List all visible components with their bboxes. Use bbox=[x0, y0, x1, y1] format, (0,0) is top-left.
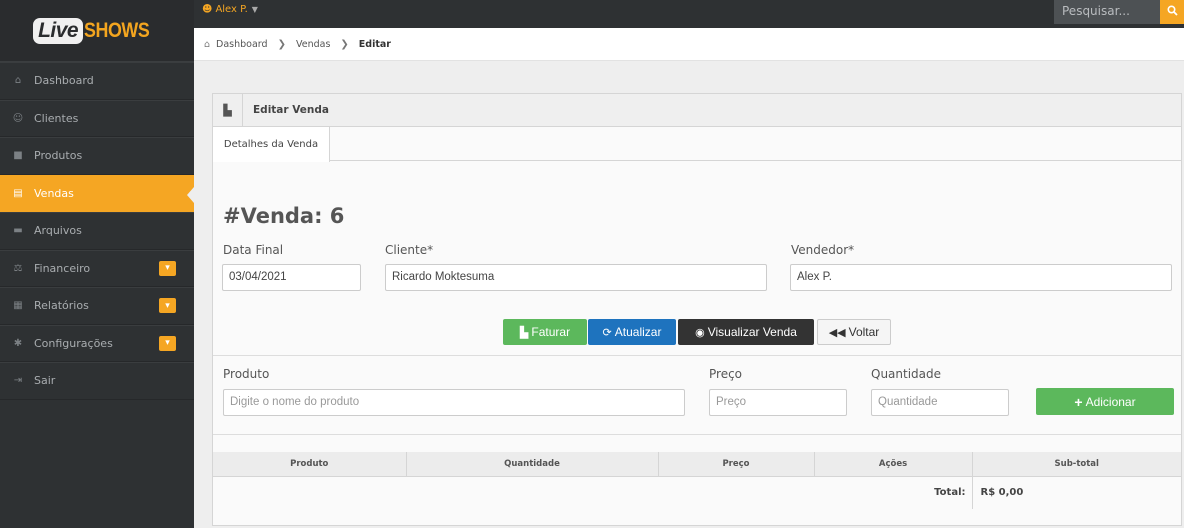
sidebar-item-label: Configurações bbox=[34, 336, 113, 350]
gear-icon: ✱ bbox=[13, 337, 23, 349]
plus-icon: + bbox=[1074, 393, 1083, 410]
home-icon: ⌂ bbox=[14, 75, 22, 87]
sidebar-item-sair[interactable]: ⇥ Sair bbox=[0, 362, 194, 400]
breadcrumb-editar[interactable]: Editar bbox=[359, 39, 391, 50]
sidebar-item-label: Clientes bbox=[34, 111, 79, 125]
signout-icon: ⇥ bbox=[13, 375, 23, 387]
adicionar-button[interactable]: + Adicionar bbox=[1036, 388, 1174, 415]
chevron-right-icon: ❯ bbox=[277, 38, 286, 50]
list-icon: ▦ bbox=[13, 300, 23, 312]
sidebar-item-vendas[interactable]: ▤ Vendas bbox=[0, 174, 194, 212]
cliente-field[interactable]: Ricardo Moktesuma bbox=[385, 264, 767, 291]
chevron-right-icon: ❯ bbox=[340, 38, 349, 50]
quantidade-input[interactable]: Quantidade bbox=[871, 389, 1009, 416]
col-header-preco: Preço bbox=[658, 452, 815, 477]
edit-sale-widget: ▙ Editar Venda Detalhes da Venda #Venda:… bbox=[212, 93, 1182, 526]
atualizar-button[interactable]: ⟳ Atualizar bbox=[588, 319, 676, 345]
sidebar-item-label: Relatórios bbox=[34, 299, 89, 313]
sidebar: Live SHOWS ⌂ Dashboard ☺ Clientes ■ Produtos ▤… bbox=[0, 0, 194, 528]
produto-input[interactable]: Digite o nome do produto bbox=[223, 389, 685, 416]
search-button[interactable] bbox=[1160, 0, 1184, 24]
sidebar-item-produtos[interactable]: ■ Produtos bbox=[0, 137, 194, 175]
sidebar-item-arquivos[interactable]: ▬ Arquivos bbox=[0, 212, 194, 250]
sidebar-item-label: Arquivos bbox=[34, 224, 82, 238]
logo-live-text: Live bbox=[33, 17, 84, 44]
sidebar-item-configuracoes[interactable]: ✱ Configurações ▾ bbox=[0, 324, 194, 362]
money-icon: ⚖ bbox=[13, 262, 23, 274]
data-final-field[interactable]: 03/04/2021 bbox=[222, 264, 361, 291]
faturar-label: Faturar bbox=[531, 325, 571, 339]
quantidade-label: Quantidade bbox=[871, 367, 942, 381]
refresh-icon: ⟳ bbox=[602, 326, 612, 339]
col-header-produto: Produto bbox=[213, 452, 407, 477]
col-header-subtotal: Sub-total bbox=[972, 452, 1181, 477]
faturar-button[interactable]: ▙ Faturar bbox=[503, 319, 587, 345]
voltar-label: Voltar bbox=[848, 325, 880, 339]
sidebar-item-label: Produtos bbox=[34, 149, 83, 163]
preco-label: Preço bbox=[709, 367, 743, 381]
user-menu[interactable]: ☻ Alex P. ▼ bbox=[202, 4, 258, 15]
sidebar-item-label: Financeiro bbox=[34, 261, 91, 275]
sidebar-item-label: Vendas bbox=[34, 186, 74, 200]
logo-shows-text: SHOWS bbox=[84, 18, 150, 42]
table-total-row: Total: R$ 0,00 bbox=[213, 476, 1181, 509]
chevron-down-icon[interactable]: ▾ bbox=[159, 335, 176, 351]
preco-input[interactable]: Preço bbox=[709, 389, 847, 416]
box-icon: ■ bbox=[13, 150, 23, 162]
sidebar-item-dashboard[interactable]: ⌂ Dashboard bbox=[0, 62, 194, 100]
chevron-down-icon[interactable]: ▾ bbox=[159, 260, 176, 276]
home-icon: ⌂ bbox=[204, 38, 211, 50]
register-icon: ▙ bbox=[213, 93, 243, 127]
chevron-down-icon[interactable]: ▾ bbox=[159, 298, 176, 313]
brand-logo[interactable]: Live SHOWS bbox=[0, 0, 194, 62]
visualizar-label: Visualizar Venda bbox=[707, 325, 797, 339]
sidebar-item-label: Dashboard bbox=[34, 74, 94, 88]
breadcrumb-dashboard[interactable]: Dashboard bbox=[216, 39, 268, 50]
sidebar-item-financeiro[interactable]: ⚖ Financeiro ▾ bbox=[0, 249, 194, 287]
col-header-quantidade: Quantidade bbox=[406, 452, 659, 477]
backward-icon: ◀◀ bbox=[828, 326, 846, 339]
sale-number-title: #Venda: 6 bbox=[223, 204, 345, 228]
eye-icon: ◉ bbox=[695, 326, 705, 339]
tab-bar: Detalhes da Venda bbox=[213, 127, 1181, 162]
data-final-label: Data Final bbox=[223, 243, 284, 257]
produto-label: Produto bbox=[223, 367, 270, 381]
sidebar-item-relatorios[interactable]: ▦ Relatórios ▾ bbox=[0, 287, 194, 325]
widget-title: Editar Venda bbox=[253, 104, 329, 116]
voltar-button[interactable]: ◀◀ Voltar bbox=[817, 319, 891, 345]
visualizar-venda-button[interactable]: ◉ Visualizar Venda bbox=[678, 319, 814, 345]
widget-header: ▙ Editar Venda bbox=[213, 93, 1181, 127]
user-name: Alex P. bbox=[215, 4, 248, 15]
breadcrumb: ⌂ Dashboard ❯ Vendas ❯ Editar bbox=[194, 28, 1184, 61]
breadcrumb-vendas[interactable]: Vendas bbox=[296, 39, 330, 50]
vendedor-field[interactable]: Alex P. bbox=[790, 264, 1172, 291]
users-icon: ☺ bbox=[12, 112, 24, 124]
total-label: Total: bbox=[934, 487, 966, 499]
table-header-row: Produto Quantidade Preço Ações Sub-total bbox=[213, 452, 1181, 477]
atualizar-label: Atualizar bbox=[614, 325, 662, 339]
user-icon: ☻ bbox=[202, 4, 213, 15]
hdd-icon: ▬ bbox=[13, 225, 23, 237]
caret-down-icon: ▼ bbox=[251, 5, 258, 14]
cliente-label: Cliente* bbox=[385, 243, 434, 257]
vendedor-label: Vendedor* bbox=[791, 243, 855, 257]
products-table: Produto Quantidade Preço Ações Sub-total… bbox=[213, 452, 1181, 509]
adicionar-label: Adicionar bbox=[1085, 394, 1136, 409]
cash-register-icon: ▙ bbox=[519, 326, 529, 339]
total-value: R$ 0,00 bbox=[971, 476, 1181, 509]
search-icon bbox=[1166, 5, 1178, 19]
sidebar-item-label: Sair bbox=[34, 374, 56, 388]
sidebar-item-clientes[interactable]: ☺ Clientes bbox=[0, 99, 194, 137]
search-input[interactable]: Pesquisar... bbox=[1054, 0, 1160, 24]
tab-detalhes-da-venda[interactable]: Detalhes da Venda bbox=[213, 127, 330, 162]
col-header-acoes: Ações bbox=[814, 452, 973, 477]
cart-icon: ▤ bbox=[13, 187, 23, 199]
top-bar: ☻ Alex P. ▼ Pesquisar... bbox=[194, 0, 1184, 28]
